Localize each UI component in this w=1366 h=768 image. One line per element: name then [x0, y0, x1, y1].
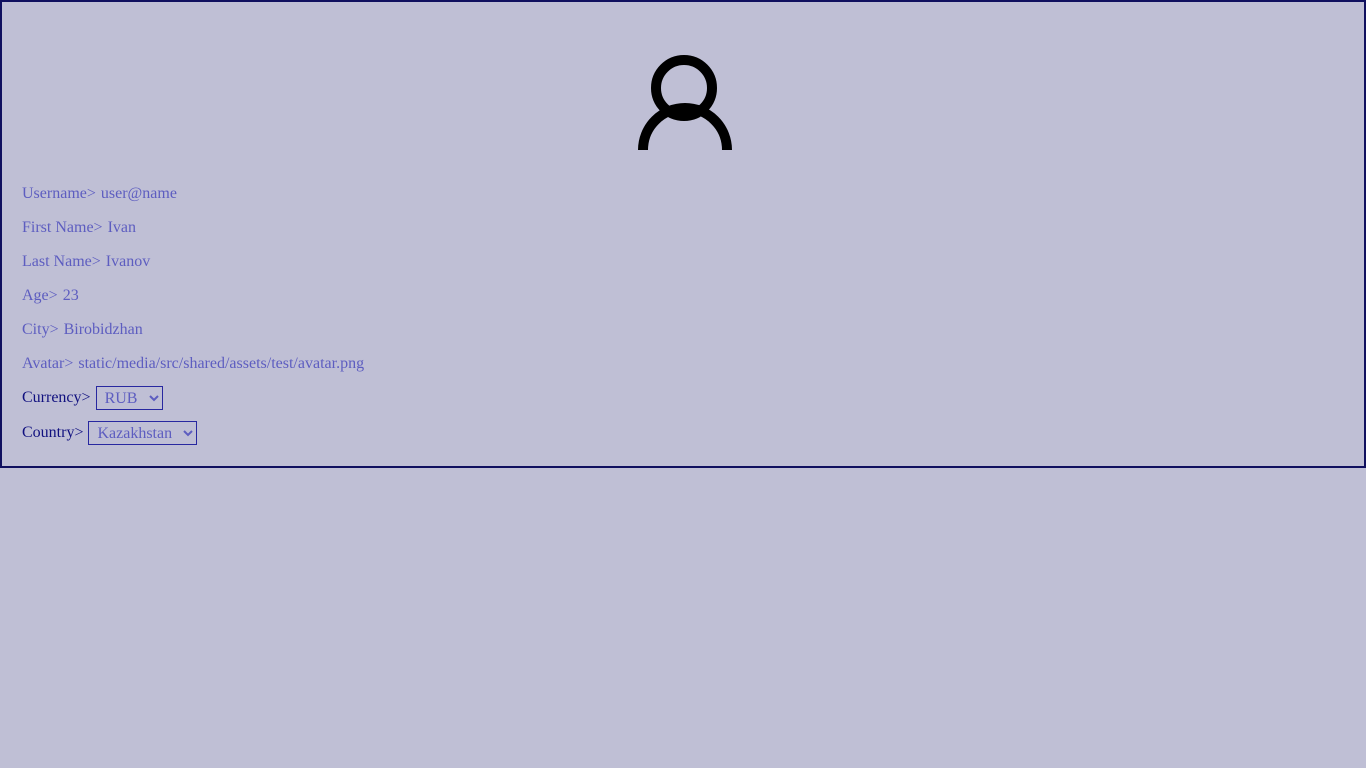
currency-row: Currency> RUB — [22, 386, 163, 410]
first-name-value: Ivan — [107, 219, 137, 236]
first-name-label: First Name> — [22, 219, 103, 236]
country-label: Country> — [22, 423, 84, 441]
username-value: user@name — [100, 185, 177, 202]
currency-label: Currency> — [22, 388, 91, 406]
avatar-label: Avatar> — [22, 355, 74, 372]
city-row: City> Birobidzhan — [22, 321, 143, 339]
avatar-value: static/media/src/shared/assets/test/avat… — [78, 355, 365, 372]
user-avatar-icon — [636, 46, 734, 152]
first-name-row: First Name> Ivan — [22, 219, 136, 237]
last-name-value: Ivanov — [105, 253, 151, 270]
age-row: Age> 23 — [22, 287, 79, 305]
city-value: Birobidzhan — [63, 321, 143, 338]
username-row: Username> user@name — [22, 185, 177, 203]
currency-select[interactable]: RUB — [95, 386, 163, 410]
age-value: 23 — [62, 287, 79, 304]
last-name-row: Last Name> Ivanov — [22, 253, 150, 271]
city-label: City> — [22, 321, 59, 338]
avatar-row: Avatar> static/media/src/shared/assets/te… — [22, 355, 364, 373]
age-label: Age> — [22, 287, 58, 304]
last-name-label: Last Name> — [22, 253, 101, 270]
country-row: Country> Kazakhstan — [22, 421, 198, 445]
country-select[interactable]: Kazakhstan — [88, 421, 198, 445]
profile-card: Username> user@name First Name> Ivan Last … — [0, 0, 1366, 468]
username-label: Username> — [22, 185, 96, 202]
